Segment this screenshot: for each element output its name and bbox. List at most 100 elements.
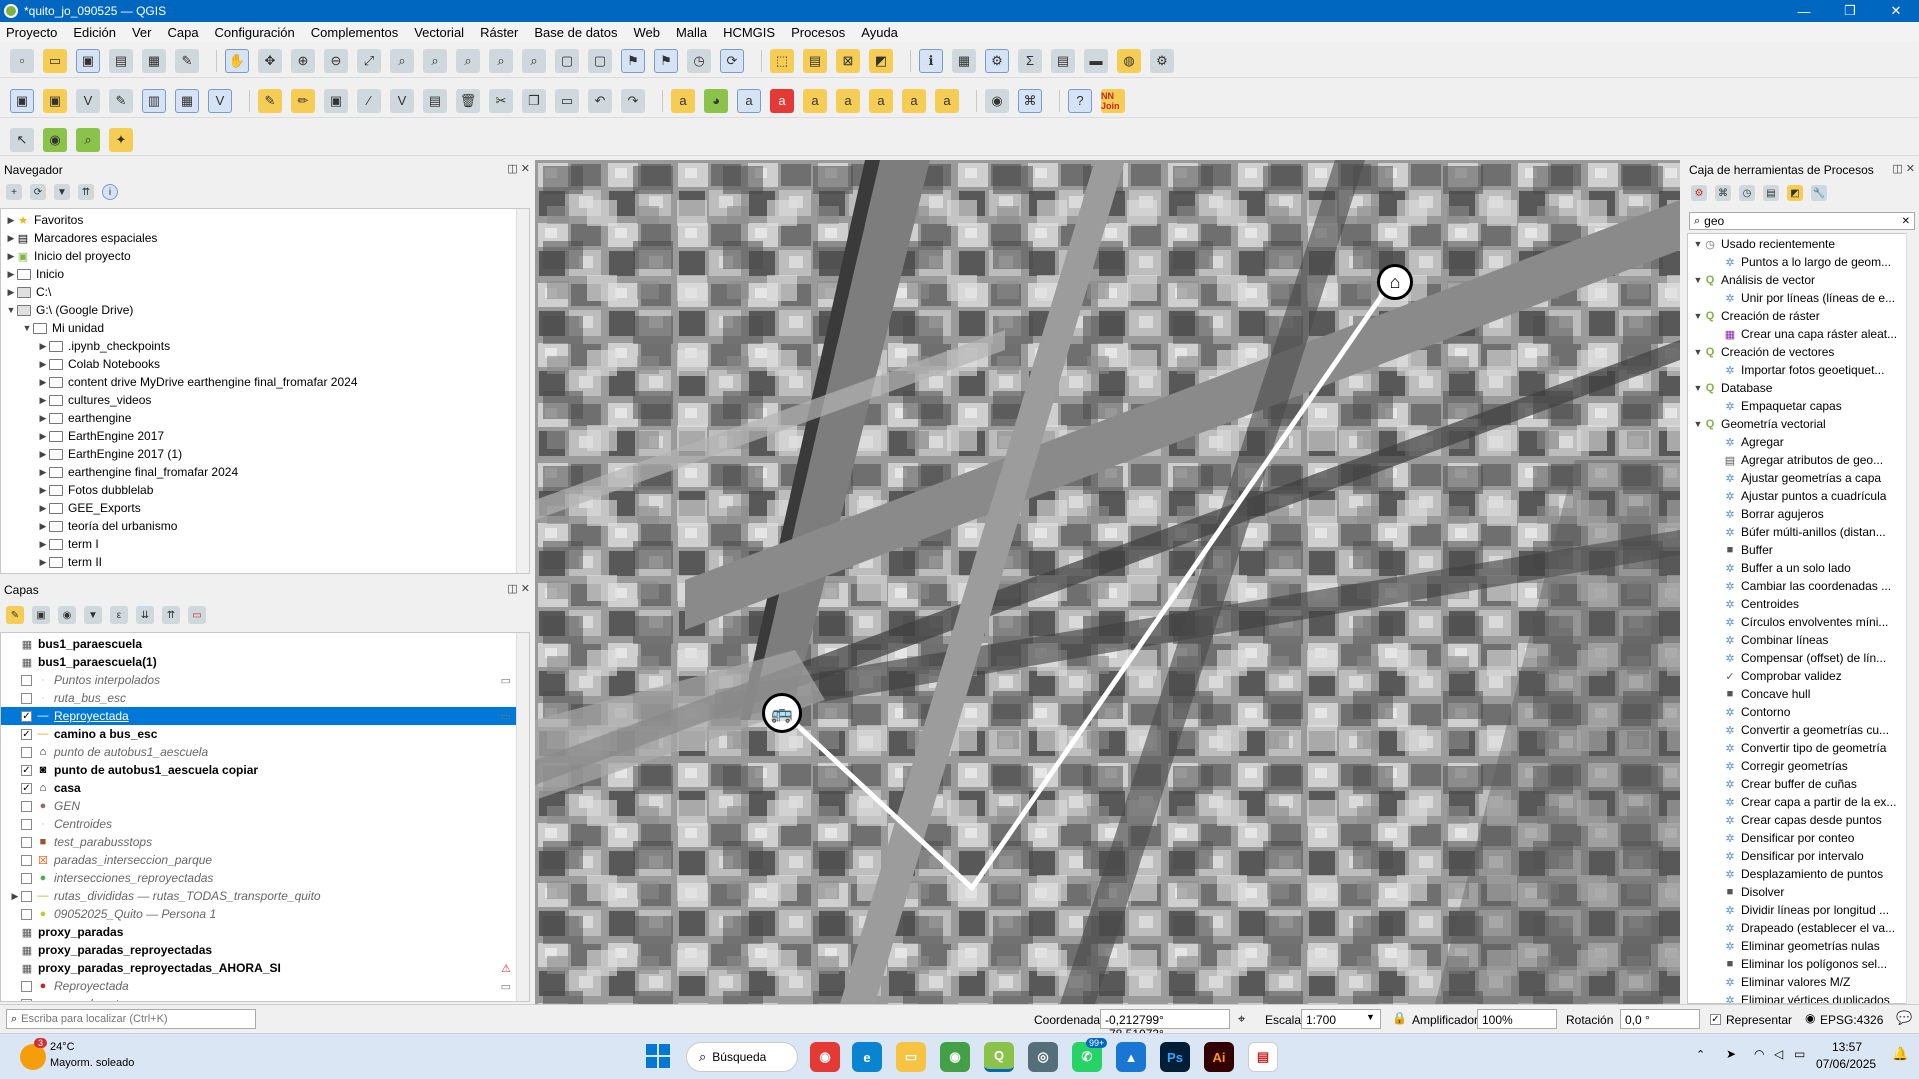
browser-item[interactable]: ▶ cultures_videos <box>1 391 529 409</box>
crs-button[interactable]: EPSG:4326 <box>1820 1013 1883 1027</box>
illustrator-icon[interactable]: Ai <box>1204 1042 1234 1072</box>
statistical-summary-icon[interactable]: Σ <box>1018 48 1042 73</box>
processing-algorithm[interactable]: ✲ Borrar agujeros <box>1688 505 1908 523</box>
processing-algorithm[interactable]: ✓ Comprobar validez <box>1688 667 1908 685</box>
browser-item[interactable]: ▶ teoría del urbanismo <box>1 517 529 535</box>
bus-stop-marker-icon[interactable]: 🚌 <box>762 693 802 733</box>
chrome-profile-icon[interactable]: ◉ <box>940 1042 970 1072</box>
manage-map-themes-icon[interactable]: ◉ <box>58 606 76 624</box>
processing-algorithm[interactable]: ✲ Crear buffer de cuñas <box>1688 775 1908 793</box>
layer-visibility-checkbox[interactable] <box>21 818 32 830</box>
layer-item[interactable]: ▦ bus1_paraescuela <box>1 635 529 653</box>
change-label-icon[interactable]: a <box>902 88 926 113</box>
add-selected-layers-icon[interactable]: + <box>6 184 22 200</box>
processing-algorithm[interactable]: ✲ Crear capa a partir de la ex... <box>1688 793 1908 811</box>
layer-item[interactable]: ✓ ◙ punto de autobus1_aescuela copiar <box>1 761 529 779</box>
help-icon[interactable]: ? <box>1068 88 1092 113</box>
layer-styling-icon[interactable]: ✎ <box>6 606 24 624</box>
browser-item[interactable]: ▶ EarthEngine 2017 <box>1 427 529 445</box>
toggle-extents-icon[interactable]: ⌖ <box>1238 1011 1245 1027</box>
refresh-icon[interactable]: ⟳ <box>720 48 744 73</box>
label-tool-icon[interactable]: a <box>671 88 695 113</box>
browser-item[interactable]: ▶ C:\ <box>1 283 529 301</box>
windows-start-icon[interactable] <box>646 1044 670 1068</box>
menu-procesos[interactable]: Procesos <box>791 25 845 40</box>
photoshop-icon[interactable]: Ps <box>1160 1042 1190 1072</box>
chevron-right-icon[interactable]: ▶ <box>5 233 17 244</box>
paste-features-icon[interactable]: ▭ <box>555 88 579 113</box>
browser-item[interactable]: ▶ ★ Favoritos <box>1 211 529 229</box>
processing-algorithm[interactable]: ■ Eliminar los polígonos sel... <box>1688 955 1908 973</box>
chevron-right-icon[interactable]: ▶ <box>37 485 49 496</box>
weather-desc[interactable]: Mayorm. soleado <box>50 1057 134 1069</box>
zoom-full-icon[interactable]: ⤢ <box>357 48 381 73</box>
chevron-down-icon[interactable]: ▼ <box>1366 1012 1375 1022</box>
panel-float-close-icon[interactable]: ◫ ✕ <box>1892 162 1915 175</box>
layer-item[interactable]: ▦ proxy_paradas <box>1 923 529 941</box>
new-project-icon[interactable]: ▫ <box>10 48 34 73</box>
processing-algorithm[interactable]: ✲ Ajustar geometrías a capa <box>1688 469 1908 487</box>
nnjoin-icon[interactable]: NN Join <box>1101 88 1125 113</box>
clear-search-icon[interactable]: ✕ <box>1902 216 1910 227</box>
processing-algorithm[interactable]: ✲ Convertir a geometrías cu... <box>1688 721 1908 739</box>
diagram-tool-icon[interactable]: ◕ <box>704 88 728 113</box>
open-field-calculator-icon[interactable]: ▤ <box>1051 48 1075 73</box>
layer-visibility-checkbox[interactable]: ✓ <box>21 782 32 794</box>
processing-toolbox-icon[interactable]: ⚙ <box>985 48 1009 73</box>
layer-item[interactable]: ☒ paradas_interseccion_parque <box>1 851 529 869</box>
layer-item[interactable]: ● intersecciones_reproyectadas <box>1 869 529 887</box>
processing-algorithm[interactable]: ✲ Compensar (offset) de lín... <box>1688 649 1908 667</box>
label-properties-icon[interactable]: a <box>935 88 959 113</box>
add-wms-layer-icon[interactable]: V <box>208 88 232 113</box>
layer-visibility-checkbox[interactable] <box>21 836 32 848</box>
info-icon[interactable]: i <box>102 184 118 200</box>
select-location-icon[interactable]: ◩ <box>869 48 893 73</box>
filter-icon[interactable]: ▭ <box>501 674 511 687</box>
identify-features-icon[interactable]: ℹ <box>919 48 943 73</box>
map-canvas[interactable]: 🚌 ⌂ <box>535 160 1680 1004</box>
show-hidden-icons-icon[interactable]: ⌃ <box>1696 1048 1705 1061</box>
processing-group[interactable]: ▼ Q Creación de vectores <box>1688 343 1908 361</box>
pan-to-selection-icon[interactable]: ✥ <box>258 48 282 73</box>
menu-configuracion[interactable]: Configuración <box>215 25 295 40</box>
layer-item[interactable]: · ruta_bus_esc <box>1 689 529 707</box>
chevron-down-icon[interactable]: ▼ <box>1692 419 1704 429</box>
processing-algorithm[interactable]: ✲ Convertir tipo de geometría <box>1688 739 1908 757</box>
processing-algorithm[interactable]: ✲ Buffer a un solo lado <box>1688 559 1908 577</box>
processing-group[interactable]: ▼ ◷ Usado recientemente <box>1688 235 1908 253</box>
processing-algorithm[interactable]: ✲ Crear capas desde puntos <box>1688 811 1908 829</box>
processing-search-input[interactable] <box>1704 214 1885 228</box>
menu-ayuda[interactable]: Ayuda <box>861 25 898 40</box>
layers-scrollbar[interactable] <box>516 633 529 1001</box>
attribute-table-icon[interactable]: ▦ <box>952 48 976 73</box>
processing-algorithm[interactable]: ✲ Contorno <box>1688 703 1908 721</box>
data-source-manager-icon[interactable]: ▣ <box>10 88 34 113</box>
chevron-down-icon[interactable]: ▼ <box>1692 239 1704 249</box>
processing-algorithm[interactable]: ✲ Unir por líneas (líneas de e... <box>1688 289 1908 307</box>
deselect-all-icon[interactable]: ⊠ <box>836 48 860 73</box>
filter-icon[interactable]: ▭ <box>501 980 511 993</box>
chevron-right-icon[interactable]: ▶ <box>37 431 49 442</box>
delete-selected-icon[interactable]: 🗑 <box>456 88 480 113</box>
processing-group[interactable]: ▼ Q Creación de ráster <box>1688 307 1908 325</box>
menu-hcmgis[interactable]: HCMGIS <box>723 25 775 40</box>
processing-algorithm[interactable]: ■ Concave hull <box>1688 685 1908 703</box>
weather-temp[interactable]: 24°C <box>50 1041 75 1053</box>
style-manager-icon[interactable]: ✎ <box>175 48 199 73</box>
chevron-right-icon[interactable]: ▶ <box>37 413 49 424</box>
menu-proyecto[interactable]: Proyecto <box>6 25 57 40</box>
toggle-editing-icon[interactable]: ✏ <box>291 88 315 113</box>
redo-icon[interactable]: ↷ <box>621 88 645 113</box>
add-raster-layer-icon[interactable]: ▦ <box>175 88 199 113</box>
processing-algorithm[interactable]: ✲ Puntos a lo largo de geom... <box>1688 253 1908 271</box>
layer-visibility-checkbox[interactable] <box>21 908 32 920</box>
processing-algorithm[interactable]: ✲ Desplazamiento de puntos <box>1688 865 1908 883</box>
chevron-right-icon[interactable]: ▶ <box>9 891 21 902</box>
browser-item[interactable]: ▼ G:\ (Google Drive) <box>1 301 529 319</box>
edge-icon[interactable]: e <box>852 1042 882 1072</box>
panel-float-close-icon[interactable]: ◫ ✕ <box>507 582 530 595</box>
menu-web[interactable]: Web <box>634 25 661 40</box>
menu-base-de-datos[interactable]: Base de datos <box>534 25 617 40</box>
processing-algorithm[interactable]: ✲ Círculos envolventes míni... <box>1688 613 1908 631</box>
panel-float-close-icon[interactable]: ◫ ✕ <box>507 162 530 175</box>
